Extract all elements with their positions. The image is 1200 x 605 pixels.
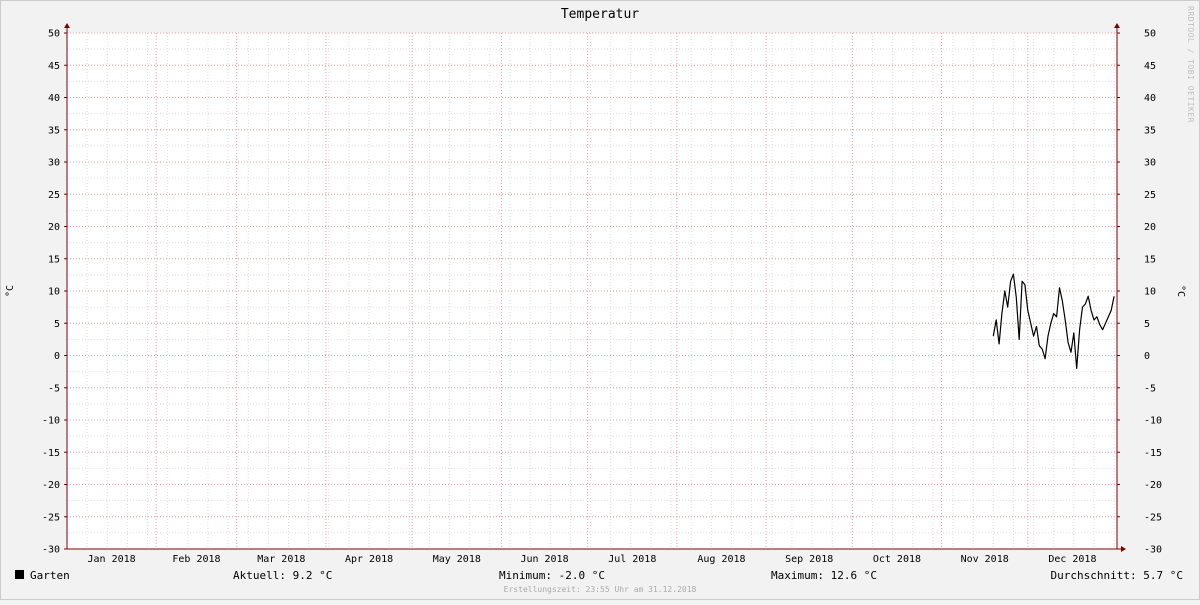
y-tick-label-right: -15 [1144, 448, 1162, 459]
y-tick-label-left: 20 [48, 222, 60, 233]
y-tick-label-right: 0 [1144, 351, 1150, 362]
y-tick-label-right: 5 [1144, 319, 1150, 330]
y-tick-label-right: 35 [1144, 125, 1156, 136]
y-tick-label-right: -20 [1144, 480, 1162, 491]
y-tick-label-left: -25 [42, 512, 60, 523]
y-tick-label-right: 10 [1144, 287, 1156, 298]
y-tick-label-left: 25 [48, 190, 60, 201]
y-tick-label-left: 15 [48, 254, 60, 265]
legend-maximum: Maximum: 12.6 °C [771, 569, 877, 582]
y-tick-label-left: 30 [48, 158, 60, 169]
y-tick-label-right: 20 [1144, 222, 1156, 233]
y-tick-label-right: -25 [1144, 512, 1162, 523]
y-tick-label-left: 40 [48, 93, 60, 104]
y-tick-label-left: -30 [42, 545, 60, 556]
y-tick-label-right: -10 [1144, 416, 1162, 427]
legend-series-name: Garten [30, 569, 70, 582]
y-tick-label-right: 30 [1144, 158, 1156, 169]
y-tick-label-right: 50 [1144, 29, 1156, 40]
y-tick-label-left: -10 [42, 416, 60, 427]
y-tick-label-right: -30 [1144, 545, 1162, 556]
x-tick-label: May 2018 [433, 554, 481, 565]
y-tick-label-left: -15 [42, 448, 60, 459]
y-axis-label-left: °C [5, 285, 16, 297]
x-tick-label: Dec 2018 [1048, 554, 1096, 565]
legend-swatch-garten [15, 570, 24, 579]
creation-time: Erstellungszeit: 23:55 Uhr am 31.12.2018 [504, 585, 697, 594]
x-tick-label: Jul 2018 [608, 554, 656, 565]
temperature-chart: Temperatur RRDTOOL / TOBI OETIKER °C °C … [0, 0, 1200, 600]
chart-window: Temperatur RRDTOOL / TOBI OETIKER °C °C … [0, 0, 1200, 600]
legend-current: Aktuell: 9.2 °C [233, 569, 332, 582]
y-tick-label-right: 45 [1144, 61, 1156, 72]
y-tick-label-left: 35 [48, 125, 60, 136]
y-tick-label-left: 45 [48, 61, 60, 72]
y-tick-label-right: 15 [1144, 254, 1156, 265]
x-tick-label: Jan 2018 [88, 554, 136, 565]
y-tick-label-left: -20 [42, 480, 60, 491]
y-tick-label-left: 50 [48, 29, 60, 40]
legend-minimum: Minimum: -2.0 °C [499, 569, 605, 582]
x-tick-label: Apr 2018 [345, 554, 393, 565]
y-tick-label-right: -5 [1144, 383, 1156, 394]
y-tick-label-left: 10 [48, 287, 60, 298]
legend-average: Durchschnitt: 5.7 °C [1051, 569, 1183, 582]
x-tick-label: Mar 2018 [257, 554, 305, 565]
x-tick-label: Oct 2018 [873, 554, 921, 565]
chart-title: Temperatur [561, 7, 639, 22]
y-tick-label-right: 40 [1144, 93, 1156, 104]
x-tick-label: Feb 2018 [172, 554, 220, 565]
x-tick-label: Jun 2018 [520, 554, 568, 565]
rrdtool-watermark: RRDTOOL / TOBI OETIKER [1186, 6, 1195, 123]
y-tick-label-left: 5 [54, 319, 60, 330]
y-tick-label-right: 25 [1144, 190, 1156, 201]
x-tick-label: Aug 2018 [697, 554, 745, 565]
x-tick-label: Nov 2018 [961, 554, 1009, 565]
x-tick-label: Sep 2018 [785, 554, 833, 565]
y-tick-label-left: -5 [48, 383, 60, 394]
y-tick-label-left: 0 [54, 351, 60, 362]
y-axis-label-right: °C [1175, 285, 1186, 297]
